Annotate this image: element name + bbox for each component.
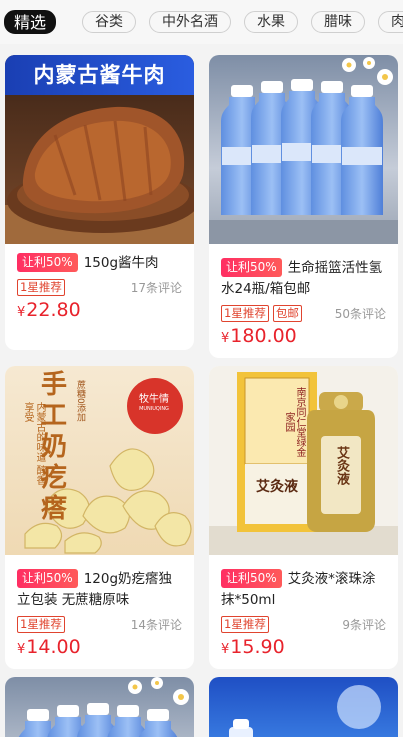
currency-symbol: ¥	[221, 331, 230, 346]
currency-symbol: ¥	[221, 642, 230, 657]
price-value: 14.00	[26, 636, 81, 658]
product-card[interactable]: 南京同仁堂绿金家园 艾灸液 艾灸液 让利50% 艾灸液*滚珠涂抹*50ml 1星推…	[209, 366, 398, 669]
product-card[interactable]	[5, 677, 194, 737]
free-shipping-badge: 包邮	[272, 305, 302, 322]
product-card[interactable]: 手工奶疙瘩 内蒙古的味道 醇香享受 蔗糖0添加 牧牛情 MUNIUQING 让利…	[5, 366, 194, 669]
comment-count[interactable]: 9条评论	[342, 616, 386, 633]
product-meta: 1星推荐 14条评论	[17, 615, 182, 634]
comment-count[interactable]: 50条评论	[335, 305, 386, 322]
recommend-badge: 1星推荐	[17, 279, 65, 296]
product-price: ¥22.80	[17, 298, 182, 325]
product-image	[5, 677, 194, 737]
category-tab-featured[interactable]: 精选	[4, 10, 57, 34]
bottle-name: 艾灸液	[334, 446, 349, 485]
brand-name-en: MUNIUQING	[139, 406, 169, 412]
recommend-badge: 1星推荐	[221, 305, 269, 322]
product-info: 让利50% 150g酱牛肉 1星推荐 17条评论 ¥22.80	[5, 253, 194, 325]
product-image	[209, 677, 398, 737]
side-text: 内蒙古的味道 醇香享受	[22, 402, 45, 486]
product-card[interactable]	[209, 677, 398, 737]
promo-tag: 让利50%	[221, 258, 282, 277]
category-bar: 精选 谷类 中外名酒 水果 腊味 肉类	[0, 0, 403, 44]
promo-tag: 让利50%	[221, 569, 282, 588]
product-image	[209, 55, 398, 244]
product-meta: 1星推荐 包邮 50条评论	[221, 304, 386, 323]
category-tab-fruit[interactable]: 水果	[244, 11, 299, 33]
product-image: 手工奶疙瘩 内蒙古的味道 醇香享受 蔗糖0添加 牧牛情 MUNIUQING	[5, 366, 194, 555]
recommend-badge: 1星推荐	[17, 616, 65, 633]
promo-tag: 让利50%	[17, 253, 78, 272]
brand-name: 牧牛情	[139, 394, 169, 405]
product-title-row: 让利50% 艾灸液*滚珠涂抹*50ml	[221, 569, 386, 611]
product-price: ¥14.00	[17, 635, 182, 662]
flavor-label: 蔗糖0添加	[75, 380, 85, 422]
comment-count[interactable]: 17条评论	[131, 279, 182, 296]
price-value: 22.80	[26, 299, 81, 321]
banner-text: 内蒙古酱牛肉	[33, 63, 166, 87]
promo-tag: 让利50%	[17, 569, 78, 588]
product-image: 内蒙古酱牛肉	[5, 55, 194, 244]
category-tab-liquor[interactable]: 中外名酒	[149, 11, 232, 33]
brand-logo: 牧牛情 MUNIUQING	[129, 374, 179, 412]
product-info: 让利50% 艾灸液*滚珠涂抹*50ml 1星推荐 9条评论 ¥15.90	[209, 569, 398, 662]
product-meta: 1星推荐 17条评论	[17, 278, 182, 297]
box-top-text: 南京同仁堂绿金家园	[283, 387, 305, 457]
currency-symbol: ¥	[17, 642, 26, 657]
recommend-badge: 1星推荐	[221, 616, 269, 633]
product-title-row: 让利50% 生命摇篮活性氢水24瓶/箱包邮	[221, 258, 386, 300]
comment-count[interactable]: 14条评论	[131, 616, 182, 633]
product-title-row: 让利50% 120g奶疙瘩独立包装 无蔗糖原味	[17, 569, 182, 611]
product-price: ¥180.00	[221, 324, 386, 351]
box-name: 艾灸液	[256, 479, 298, 495]
category-tab-meat[interactable]: 肉类	[378, 11, 403, 33]
category-tab-cured-meat[interactable]: 腊味	[311, 11, 366, 33]
product-card[interactable]: 让利50% 生命摇篮活性氢水24瓶/箱包邮 1星推荐 包邮 50条评论 ¥180.…	[209, 55, 398, 358]
product-price: ¥15.90	[221, 635, 386, 662]
price-value: 180.00	[230, 325, 297, 347]
category-tab-grains[interactable]: 谷类	[82, 11, 137, 33]
product-meta: 1星推荐 9条评论	[221, 615, 386, 634]
currency-symbol: ¥	[17, 305, 26, 320]
product-card[interactable]: 内蒙古酱牛肉 让利50% 150g酱牛肉 1星推荐 17条评论 ¥22.80	[5, 55, 194, 350]
price-value: 15.90	[230, 636, 285, 658]
product-title: 150g酱牛肉	[83, 255, 159, 271]
product-info: 让利50% 120g奶疙瘩独立包装 无蔗糖原味 1星推荐 14条评论 ¥14.00	[5, 569, 194, 662]
product-image: 南京同仁堂绿金家园 艾灸液 艾灸液	[209, 366, 398, 555]
product-title-row: 让利50% 150g酱牛肉	[17, 253, 182, 274]
product-info: 让利50% 生命摇篮活性氢水24瓶/箱包邮 1星推荐 包邮 50条评论 ¥180.…	[209, 258, 398, 351]
